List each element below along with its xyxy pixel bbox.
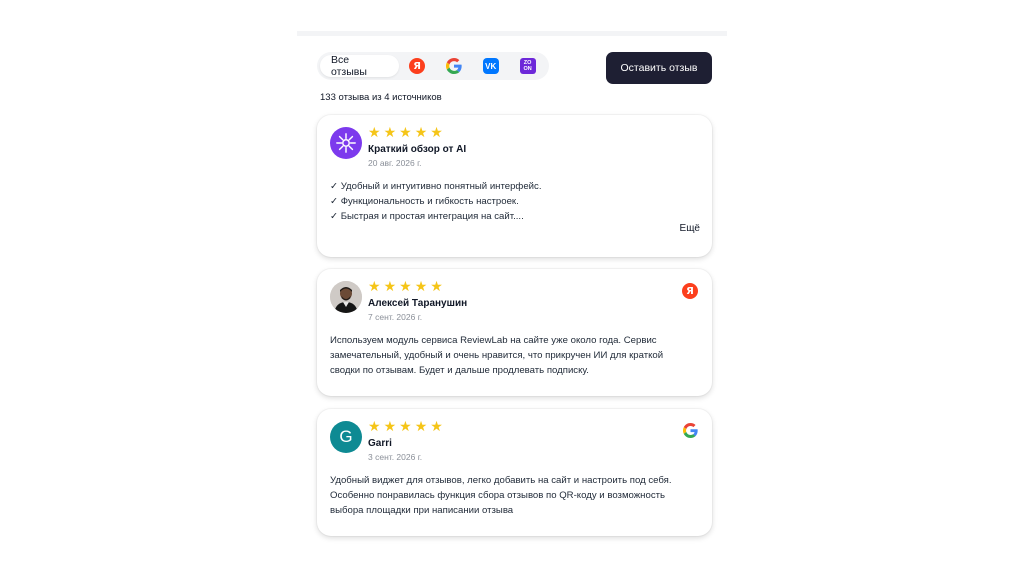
star-icon: ★	[399, 279, 412, 295]
google-icon	[683, 423, 698, 438]
review-source	[683, 423, 698, 443]
review-text: Удобный виджет для отзывов, легко добави…	[330, 473, 700, 518]
review-card: G ★ ★ ★ ★ ★ Garri 3 сент. 2026 г. Удобны…	[317, 409, 712, 536]
vk-icon: VK	[482, 58, 499, 74]
review-line: Удобный виджет для отзывов, легко добави…	[330, 475, 672, 486]
review-text: ✓ Удобный и интуитивно понятный интерфей…	[330, 179, 700, 224]
star-icon: ★	[368, 125, 381, 141]
star-icon: ★	[414, 419, 428, 435]
ai-avatar-icon	[330, 127, 362, 159]
star-icon: ★	[430, 419, 443, 435]
star-icon: ★	[383, 125, 397, 141]
review-line: Используем модуль сервиса ReviewLab на с…	[330, 335, 657, 346]
reviews-summary: 133 отзыва из 4 источников	[320, 92, 442, 103]
star-icon: ★	[430, 125, 443, 141]
review-line: ✓ Удобный и интуитивно понятный интерфей…	[330, 181, 542, 192]
zoon-icon: ZO ON	[519, 58, 536, 74]
review-line: замечательный, удобный и очень нравится,…	[330, 350, 664, 361]
review-line: ✓ Быстрая и простая интеграция на сайт..…	[330, 211, 524, 222]
letter-avatar: G	[330, 421, 362, 453]
review-date: 3 сент. 2026 г.	[368, 452, 423, 462]
top-divider	[297, 31, 727, 36]
review-line: ✓ Функциональность и гибкость настроек.	[330, 196, 519, 207]
tab-google[interactable]	[436, 55, 473, 77]
review-date: 7 сент. 2026 г.	[368, 312, 423, 322]
reviews-widget: Все отзывы Я VK ZO ON Оставить отзыв 133…	[305, 50, 725, 550]
star-icon: ★	[368, 419, 381, 435]
star-icon: ★	[383, 419, 397, 435]
star-icon: ★	[414, 279, 428, 295]
yandex-icon: Я	[409, 58, 426, 74]
review-author: Краткий обзор от AI	[368, 144, 467, 155]
review-line: выбора площадки при написании отзыва	[330, 505, 514, 516]
tab-yandex[interactable]: Я	[399, 55, 436, 77]
user-photo-avatar	[330, 281, 362, 313]
review-author: Garri	[368, 438, 392, 449]
review-card: ★ ★ ★ ★ ★ Алексей Таранушин 7 сент. 2026…	[317, 269, 712, 396]
review-text: Используем модуль сервиса ReviewLab на с…	[330, 333, 700, 378]
star-icon: ★	[399, 125, 412, 141]
review-line: сводки по отзывам. Будет и дальше продле…	[330, 365, 589, 376]
tab-all-reviews[interactable]: Все отзывы	[320, 54, 399, 78]
ai-summary-card: ★ ★ ★ ★ ★ Краткий обзор от AI 20 авг. 20…	[317, 115, 712, 257]
google-icon	[445, 58, 462, 74]
rating-stars: ★ ★ ★ ★ ★	[368, 126, 443, 140]
review-line: Особенно понравилась функция сбора отзыв…	[330, 490, 666, 501]
review-source: Я	[682, 283, 698, 299]
yandex-icon: Я	[682, 283, 698, 299]
tab-zoon[interactable]: ZO ON	[509, 55, 546, 77]
star-icon: ★	[430, 279, 443, 295]
star-icon: ★	[414, 125, 428, 141]
star-icon: ★	[383, 279, 397, 295]
leave-review-button[interactable]: Оставить отзыв	[606, 52, 712, 84]
source-filter-bar: Все отзывы Я VK ZO ON	[317, 52, 549, 80]
review-date: 20 авг. 2026 г.	[368, 158, 422, 168]
star-icon: ★	[368, 279, 381, 295]
tab-vk[interactable]: VK	[472, 55, 509, 77]
rating-stars: ★ ★ ★ ★ ★	[368, 420, 443, 434]
rating-stars: ★ ★ ★ ★ ★	[368, 280, 443, 294]
show-more-link[interactable]: Ещё	[680, 223, 700, 234]
review-author: Алексей Таранушин	[368, 298, 468, 309]
star-icon: ★	[399, 419, 412, 435]
